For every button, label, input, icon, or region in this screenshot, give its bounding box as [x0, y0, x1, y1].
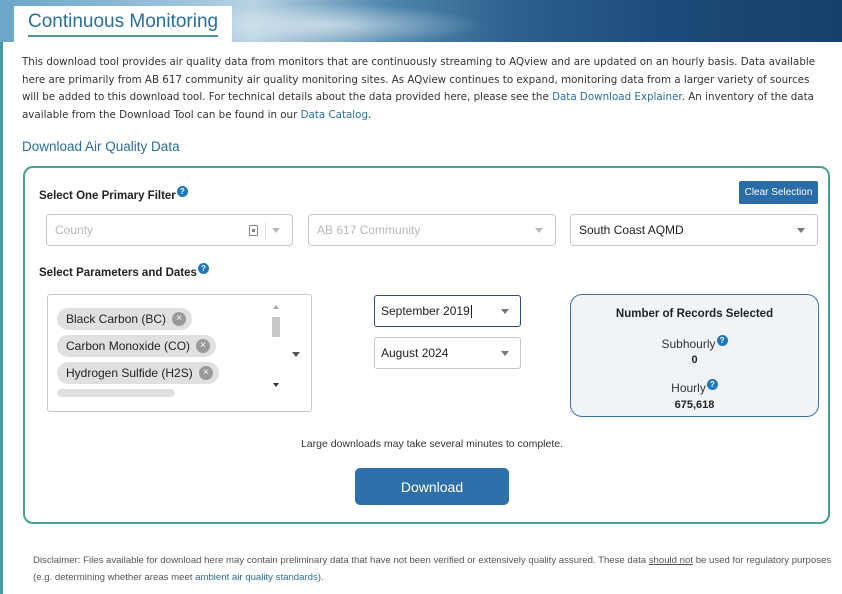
chevron-down-icon [501, 309, 509, 314]
community-placeholder: AB 617 Community [317, 223, 421, 237]
parameter-chip-label: Carbon Monoxide (CO) [66, 339, 191, 353]
air-quality-standards-link[interactable]: ambient air quality standards [195, 572, 318, 583]
hourly-count: 675,618 [674, 399, 715, 411]
parameter-chip-partial [57, 389, 175, 397]
disclaimer-text-1: Disclaimer: Files available for download… [33, 555, 649, 566]
chevron-down-icon [272, 228, 280, 233]
ab617-community-select[interactable]: AB 617 Community [308, 214, 556, 246]
help-icon[interactable]: ? [706, 379, 718, 390]
text-cursor [470, 304, 472, 318]
remove-chip-icon[interactable]: × [196, 339, 211, 353]
parameters-label: Select Parameters and Dates? [39, 263, 209, 279]
primary-filter-label: Select One Primary Filter? [39, 186, 188, 202]
data-catalog-link[interactable]: Data Catalog [301, 109, 368, 121]
section-title: Download Air Quality Data [22, 139, 180, 154]
parameters-label-text: Select Parameters and Dates [39, 266, 197, 279]
page-title: Continuous Monitoring [28, 11, 219, 37]
records-title: Number of Records Selected [615, 308, 774, 320]
help-icon[interactable]: ? [716, 335, 728, 346]
county-select[interactable]: County [46, 214, 293, 246]
parameter-chip[interactable]: Hydrogen Sulfide (H2S) × [57, 362, 219, 384]
scroll-down-icon[interactable] [273, 383, 279, 387]
scroll-up-icon[interactable] [273, 305, 279, 309]
intro-paragraph: This download tool provides air quality … [22, 54, 822, 124]
records-summary: Number of Records Selected Subhourly? 0 … [570, 294, 819, 417]
parameter-chip[interactable]: Carbon Monoxide (CO) × [57, 335, 217, 357]
remove-chip-icon[interactable]: × [172, 312, 187, 326]
data-download-explainer-link[interactable]: Data Download Explainer [552, 91, 682, 103]
chevron-down-icon [797, 228, 805, 233]
subhourly-label-text: Subhourly [661, 337, 716, 351]
hourly-label-text: Hourly [671, 381, 706, 395]
parameters-scrollbar[interactable] [270, 303, 282, 389]
parameter-chip-label: Hydrogen Sulfide (H2S) [66, 366, 193, 380]
intro-text-3: . [368, 108, 372, 121]
chevron-down-icon [535, 228, 543, 233]
subhourly-count: 0 [691, 354, 698, 366]
start-date-select[interactable]: September 2019 [374, 295, 521, 327]
district-value: South Coast AQMD [579, 223, 684, 237]
scroll-thumb[interactable] [272, 317, 280, 337]
chevron-down-icon [501, 351, 509, 356]
help-icon[interactable]: ? [176, 186, 188, 197]
end-date-select[interactable]: August 2024 [374, 337, 521, 369]
parameter-chip[interactable]: Black Carbon (BC) × [57, 308, 193, 330]
help-icon[interactable]: ? [197, 263, 209, 274]
subhourly-label: Subhourly? [571, 335, 818, 351]
banner-sky-image [210, 0, 510, 42]
clear-selection-button[interactable]: Clear Selection [739, 181, 818, 204]
clipboard-icon [249, 225, 258, 236]
select-separator [265, 222, 266, 240]
header-banner: Continuous Monitoring [0, 0, 842, 42]
remove-chip-icon[interactable]: × [198, 366, 213, 380]
disclaimer-text-3: ). [317, 571, 324, 583]
page-title-tab: Continuous Monitoring [14, 6, 233, 42]
air-district-select[interactable]: South Coast AQMD [570, 214, 818, 246]
county-placeholder: County [55, 223, 94, 237]
start-date-value: September 2019 [381, 304, 470, 318]
download-note: Large downloads may take several minutes… [300, 438, 564, 450]
parameter-chip-label: Black Carbon (BC) [66, 312, 167, 326]
primary-filter-label-text: Select One Primary Filter [39, 189, 176, 202]
disclaimer: Disclaimer: Files available for download… [33, 553, 838, 586]
end-date-value: August 2024 [381, 346, 449, 360]
hourly-label: Hourly? [571, 379, 818, 395]
disclaimer-emphasis: should not [648, 555, 694, 566]
chevron-down-icon[interactable] [292, 352, 300, 357]
download-button[interactable]: Download [355, 468, 509, 505]
